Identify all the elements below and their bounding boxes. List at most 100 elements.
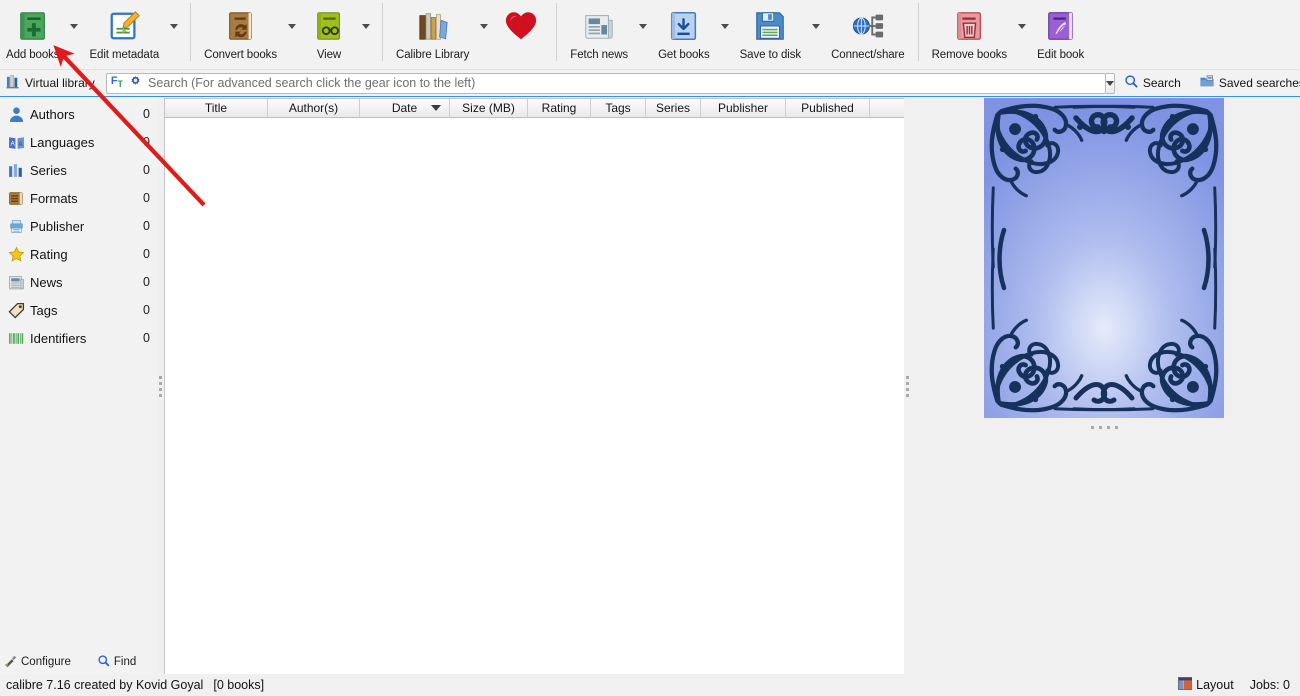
author-icon [6, 104, 27, 124]
publisher-icon [6, 216, 27, 236]
calibre-library-icon[interactable] [411, 6, 455, 46]
handle-grip-icon [1090, 425, 1118, 429]
cover-splitter[interactable] [904, 98, 910, 674]
sidebar-item-formats[interactable]: Formats 0 [0, 184, 158, 212]
toolbar-group: Add books [0, 0, 83, 70]
sidebar-item-series[interactable]: Series 0 [0, 156, 158, 184]
toolbar-group: Save to disk [734, 0, 825, 70]
chevron-down-icon[interactable] [716, 0, 734, 70]
heart-icon[interactable] [499, 6, 543, 46]
saved-searches-button[interactable]: Saved searches [1190, 70, 1300, 97]
toolbar-separator [190, 3, 192, 61]
find-button[interactable]: Find [97, 654, 136, 671]
column-header-rating[interactable]: Rating [528, 99, 591, 118]
book-list-body[interactable] [165, 118, 905, 674]
column-header-author-s-[interactable]: Author(s) [268, 99, 360, 118]
sidebar-item-news[interactable]: News 0 [0, 268, 158, 296]
layout-label: Layout [1196, 678, 1234, 692]
tags-icon [6, 300, 27, 320]
toolbar-button-label: Get books [658, 49, 710, 61]
toolbar-button-get-books[interactable]: Get books [652, 0, 716, 70]
fetch-news-icon[interactable] [577, 6, 621, 46]
sidebar-item-rating[interactable]: Rating 0 [0, 240, 158, 268]
column-header-date[interactable]: Date [360, 99, 450, 118]
toolbar-button-connect-share[interactable]: Connect/share [825, 0, 911, 70]
full-text-search-icon[interactable]: FT [111, 76, 123, 89]
chevron-down-icon[interactable] [283, 0, 301, 70]
chevron-down-icon[interactable] [807, 0, 825, 70]
sidebar-item-tags[interactable]: Tags 0 [0, 296, 158, 324]
book-cover-image[interactable] [984, 98, 1224, 418]
column-header-label: Rating [541, 101, 577, 115]
remove-books-icon[interactable] [947, 6, 991, 46]
tag-browser-list: Authors 0 A A Languages 0 Series 0 Formats 0 Publi… [0, 98, 158, 650]
convert-books-icon[interactable] [219, 6, 263, 46]
sidebar-item-identifiers[interactable]: Identifiers 0 [0, 324, 158, 352]
toolbar-group: Edit metadata [83, 0, 198, 70]
toolbar-button-remove-books[interactable]: Remove books [926, 0, 1014, 70]
book-list[interactable]: Title Author(s) Date Size (MB) Rating Tags Ser… [164, 98, 906, 674]
toolbar-button-save-to-disk[interactable]: Save to disk [734, 0, 807, 70]
chevron-down-icon[interactable] [357, 0, 375, 70]
toolbar-group: Calibre Library [390, 0, 493, 70]
search-button[interactable]: Search [1115, 70, 1190, 97]
column-header-label: Size (MB) [462, 101, 515, 115]
sidebar-item-label: Identifiers [30, 330, 87, 346]
layout-button[interactable]: Layout [1178, 677, 1234, 693]
gear-icon[interactable] [129, 75, 142, 91]
toolbar-button-calibre-library[interactable]: Calibre Library [390, 0, 475, 70]
column-header-title[interactable]: Title [165, 99, 268, 118]
add-books-icon[interactable] [11, 6, 55, 46]
column-header-series[interactable]: Series [646, 99, 701, 118]
column-header-size-mb-[interactable]: Size (MB) [450, 99, 528, 118]
chevron-down-icon[interactable] [475, 0, 493, 70]
toolbar-button-edit-metadata[interactable]: Edit metadata [83, 0, 165, 70]
chevron-down-icon[interactable] [634, 0, 652, 70]
edit-metadata-icon[interactable] [102, 6, 146, 46]
sidebar-item-publisher[interactable]: Publisher 0 [0, 212, 158, 240]
calibre-credit-label: calibre 7.16 created by Kovid Goyal [6, 678, 204, 692]
sidebar-item-languages[interactable]: A A Languages 0 [0, 128, 158, 156]
search-bar: Virtual library FT Search (For advanced … [0, 70, 1300, 97]
column-header-publisher[interactable]: Publisher [701, 99, 786, 118]
column-header-label: Tags [605, 101, 631, 115]
toolbar-separator [381, 3, 383, 61]
sidebar-item-count: 0 [143, 247, 150, 261]
sidebar-splitter[interactable] [157, 98, 163, 674]
toolbar-group: Connect/share [825, 0, 926, 70]
toolbar-separator [917, 3, 919, 61]
toolbar-button-add-books[interactable]: Add books [0, 0, 65, 70]
sidebar-item-authors[interactable]: Authors 0 [0, 100, 158, 128]
search-button-label: Search [1142, 76, 1181, 90]
column-header-tags[interactable]: Tags [591, 99, 646, 118]
toolbar-button-view[interactable]: View [301, 0, 357, 70]
view-icon[interactable] [307, 6, 351, 46]
search-history-dropdown[interactable] [1105, 72, 1115, 94]
column-header-published[interactable]: Published [786, 99, 870, 118]
toolbar-button-convert-books[interactable]: Convert books [198, 0, 283, 70]
jobs-label[interactable]: Jobs: 0 [1250, 678, 1290, 692]
book-list-header: Title Author(s) Date Size (MB) Rating Tags Ser… [165, 99, 905, 118]
search-input[interactable]: FT Search (For advanced search click the… [105, 72, 1106, 94]
book-details-resize-handle[interactable] [984, 422, 1224, 432]
toolbar-button-edit-book[interactable]: Edit book [1031, 0, 1090, 70]
calibre-main-window: Add books Edit metadata Convert books Vi… [0, 0, 1300, 696]
get-books-icon[interactable] [662, 6, 706, 46]
connect-share-icon[interactable] [846, 6, 890, 46]
toolbar-button-label: View [316, 49, 342, 61]
chevron-down-icon[interactable] [1013, 0, 1031, 70]
toolbar-group: Fetch news [564, 0, 652, 70]
toolbar-button-label: Remove books [931, 49, 1008, 61]
toolbar-button-fetch-news[interactable]: Fetch news [564, 0, 634, 70]
configure-button[interactable]: Configure [4, 654, 71, 671]
toolbar-group [493, 0, 564, 70]
toolbar-button-donate[interactable] [493, 0, 549, 70]
news-icon [6, 272, 27, 292]
save-to-disk-icon[interactable] [748, 6, 792, 46]
edit-book-icon[interactable] [1039, 6, 1083, 46]
chevron-down-icon[interactable] [65, 0, 83, 70]
virtual-library-button[interactable]: Virtual library [0, 70, 103, 97]
chevron-down-icon[interactable] [165, 0, 183, 70]
toolbar-button-label: Edit metadata [89, 49, 160, 61]
saved-searches-icon [1199, 74, 1215, 92]
